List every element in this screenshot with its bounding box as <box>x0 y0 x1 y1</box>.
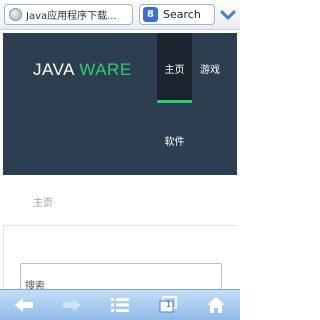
url-field[interactable]: Java应用程序下载... <box>4 4 133 25</box>
search-engine-icon: 8 <box>143 7 158 22</box>
list-menu-icon[interactable] <box>108 294 132 316</box>
url-text: Java应用程序下载... <box>26 11 117 22</box>
nav-active-indicator <box>157 100 192 103</box>
browser-bottom-toolbar: 1 <box>0 289 240 320</box>
tab-count: 1 <box>166 300 172 309</box>
site-logo[interactable]: JAVA WARE <box>33 60 132 80</box>
browser-search-field[interactable]: 8 Search <box>139 4 215 25</box>
logo-ware-text: WARE <box>79 60 132 79</box>
logo-java-text: JAVA <box>33 60 75 79</box>
browser-search-placeholder: Search <box>163 8 201 21</box>
home-icon[interactable] <box>204 294 228 316</box>
nav-software[interactable]: 软件 <box>157 130 192 150</box>
globe-icon <box>9 8 22 21</box>
tabs-icon[interactable]: 1 <box>156 294 180 316</box>
nav-games[interactable]: 游戏 <box>193 33 227 103</box>
browser-top-bar: Java应用程序下载... 8 Search <box>0 0 240 30</box>
forward-arrow-icon[interactable] <box>60 294 84 316</box>
back-arrow-icon[interactable] <box>12 294 36 316</box>
site-header: JAVA WARE 主页 游戏 软件 <box>3 33 237 175</box>
breadcrumb[interactable]: 主页 <box>33 194 53 209</box>
nav-home[interactable]: 主页 <box>157 33 192 103</box>
chevron-down-icon[interactable] <box>218 5 238 25</box>
